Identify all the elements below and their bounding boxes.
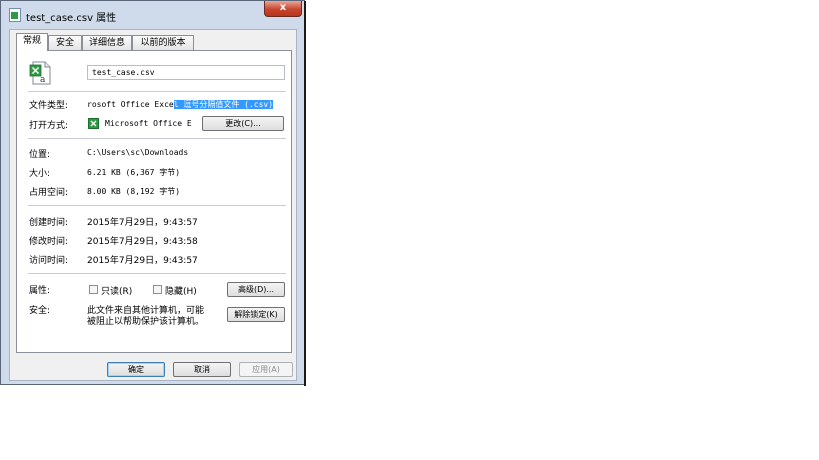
- modified-value: 2015年7月29日，9:43:58: [87, 237, 198, 247]
- close-button[interactable]: x: [264, 1, 302, 17]
- security-text-line2: 被阻止以帮助保护该计算机。: [87, 317, 205, 327]
- size-value: 6.21 KB (6,367 字节): [87, 168, 181, 177]
- hidden-label[interactable]: 隐藏(H): [165, 284, 197, 297]
- separator: [28, 91, 286, 92]
- properties-dialog: test_case.csv 属性 x 常规 安全 详细信息 以前的版本 a te…: [0, 0, 306, 386]
- accessed-value: 2015年7月29日，9:43:57: [87, 256, 198, 266]
- security-label: 安全:: [29, 306, 51, 316]
- separator: [28, 205, 286, 206]
- separator: [28, 273, 286, 274]
- tab-details[interactable]: 详细信息: [82, 35, 132, 50]
- ok-button[interactable]: 确定: [107, 362, 165, 377]
- disk-size-value: 8.00 KB (8,192 字节): [87, 187, 181, 196]
- created-value: 2015年7月29日，9:43:57: [87, 218, 198, 228]
- location-value: C:\Users\sc\Downloads: [87, 148, 189, 157]
- readonly-checkbox[interactable]: [89, 285, 98, 294]
- advanced-button[interactable]: 高级(D)...: [227, 282, 285, 297]
- separator: [28, 138, 286, 139]
- title-bar[interactable]: test_case.csv 属性 x: [1, 1, 304, 29]
- readonly-label[interactable]: 只读(R): [101, 284, 132, 297]
- file-type-selected-text: l 逗号分隔值文件 (.csv): [173, 100, 274, 109]
- window-shadow-edge: [304, 1, 306, 386]
- hidden-checkbox[interactable]: [153, 285, 162, 294]
- cancel-button[interactable]: 取消: [173, 362, 231, 377]
- apply-button[interactable]: 应用(A): [239, 362, 293, 377]
- excel-app-icon: [88, 118, 99, 129]
- location-label: 位置:: [29, 150, 51, 160]
- excel-csv-file-icon: a: [29, 61, 51, 85]
- file-type-label: 文件类型:: [29, 101, 69, 111]
- accessed-label: 访问时间:: [29, 256, 69, 266]
- file-type-text: rosoft Office Exce: [87, 100, 174, 109]
- size-label: 大小:: [29, 169, 51, 179]
- modified-label: 修改时间:: [29, 237, 69, 247]
- unblock-button[interactable]: 解除锁定(K): [227, 307, 285, 322]
- dialog-client-area: 常规 安全 详细信息 以前的版本 a test_case.csv 文件类型: r…: [9, 29, 297, 381]
- window-title: test_case.csv 属性: [26, 13, 117, 24]
- change-button[interactable]: 更改(C)...: [202, 116, 284, 131]
- general-tab-panel: a test_case.csv 文件类型: rosoft Office Exce…: [16, 50, 292, 353]
- tab-security[interactable]: 安全: [48, 35, 82, 50]
- open-with-value: Microsoft Office E: [105, 119, 192, 128]
- attributes-label: 属性:: [29, 286, 51, 296]
- csv-file-icon: [9, 8, 21, 22]
- tab-previous-versions[interactable]: 以前的版本: [132, 35, 194, 50]
- file-type-value[interactable]: rosoft Office Excel 逗号分隔值文件 (.csv): [87, 99, 274, 110]
- disk-size-label: 占用空间:: [29, 188, 69, 198]
- created-label: 创建时间:: [29, 218, 69, 228]
- svg-text:a: a: [40, 75, 46, 85]
- tab-general[interactable]: 常规: [16, 33, 48, 51]
- file-name-input[interactable]: test_case.csv: [87, 65, 285, 80]
- open-with-label: 打开方式:: [29, 121, 69, 131]
